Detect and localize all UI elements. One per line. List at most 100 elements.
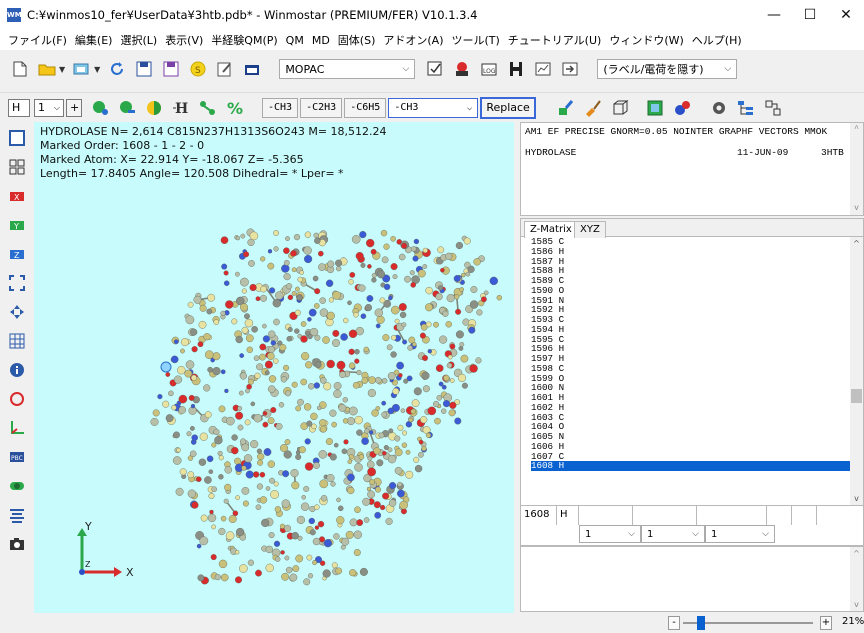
menu-item-6[interactable]: MD [308,34,334,47]
atom-sphere[interactable] [218,474,224,480]
atom-sphere[interactable] [354,462,363,472]
atom-row[interactable]: 1593 C [531,315,851,325]
menu-item-7[interactable]: 固体(S) [334,32,380,48]
atom-sphere[interactable] [348,362,356,369]
atom-sphere[interactable] [326,311,335,320]
atom-sphere[interactable] [263,448,272,456]
atom-sphere[interactable] [294,328,300,334]
atom-sphere[interactable] [338,403,347,412]
atom-sphere[interactable] [314,334,321,341]
atom-sphere[interactable] [445,321,452,328]
atom-sphere[interactable] [184,369,193,378]
atom-sphere[interactable] [374,376,382,384]
bond-icon[interactable] [198,98,218,118]
add-hydrogen-icon[interactable]: H [171,98,191,118]
atom-sphere[interactable] [251,325,258,333]
bond-length-field[interactable] [579,506,633,525]
atom-sphere[interactable] [190,403,196,409]
atom-sphere[interactable] [223,280,230,286]
atom-sphere[interactable] [335,567,343,575]
open-folder-icon[interactable] [37,59,57,79]
atom-sphere[interactable] [254,372,261,379]
atom-sphere[interactable] [200,514,208,522]
atom-sphere[interactable] [244,313,250,320]
group-ch3-button[interactable]: -CH3 [262,97,299,118]
brush-icon[interactable] [583,98,603,118]
element-input[interactable]: H [8,98,30,117]
atom-sphere[interactable] [440,267,445,273]
atom-sphere[interactable] [397,424,404,431]
atom-sphere[interactable] [317,250,324,257]
atom-sphere[interactable] [311,423,317,430]
atom-sphere[interactable] [283,273,291,281]
atom-sphere[interactable] [218,559,228,569]
atom-sphere[interactable] [180,338,189,347]
atom-sphere[interactable] [256,483,264,490]
atom-sphere[interactable] [217,450,223,456]
atom-sphere[interactable] [337,505,344,512]
atom-sphere[interactable] [238,390,244,396]
atom-sphere[interactable] [259,294,267,302]
atom-sphere[interactable] [467,265,475,273]
atom-element-field[interactable]: H [557,506,579,525]
atom-sphere[interactable] [291,290,297,296]
atom-sphere[interactable] [380,504,386,511]
atom-sphere[interactable] [255,569,262,577]
atom-sphere[interactable] [448,409,456,417]
atom-sphere[interactable] [283,524,291,532]
atom-sphere[interactable] [469,300,479,309]
atom-sphere[interactable] [373,447,381,455]
atom-sphere[interactable] [370,248,377,255]
atom-sphere[interactable] [211,442,217,448]
atom-sphere[interactable] [191,434,198,442]
atom-sphere[interactable] [307,333,313,340]
atom-sphere[interactable] [203,333,211,341]
atom-sphere[interactable] [187,489,197,498]
label-select[interactable]: (ラベル/電荷を隠す) ⌵ [597,59,738,79]
atom-sphere[interactable] [313,303,320,309]
atom-sphere[interactable] [300,378,308,386]
atom-sphere[interactable] [244,419,251,426]
atom-sphere[interactable] [269,287,276,294]
menu-item-3[interactable]: 表示(V) [161,32,207,48]
atom-sphere[interactable] [218,405,226,413]
atom-sphere[interactable] [273,540,281,547]
atom-sphere[interactable] [270,407,277,414]
atom-sphere[interactable] [278,402,285,408]
atom-sphere[interactable] [150,417,159,426]
menu-item-2[interactable]: 選択(L) [116,32,161,48]
atom-sphere[interactable] [401,322,407,328]
atom-row[interactable]: 1597 H [531,354,851,364]
atom-sphere[interactable] [369,479,375,485]
atom-row[interactable]: 1602 H [531,402,851,413]
atom-sphere[interactable] [213,428,220,436]
atom-sphere[interactable] [265,545,274,554]
circle-select-icon[interactable] [7,389,27,409]
atom-sphere[interactable] [317,405,322,411]
molecule-icon[interactable] [672,98,692,118]
atom-sphere[interactable] [309,529,316,536]
import-icon[interactable] [72,59,92,79]
atom-sphere[interactable] [308,308,317,317]
mopac-title[interactable]: HYDROLASE [525,147,576,158]
atom-row[interactable]: 1608 H [531,461,851,471]
atom-sphere[interactable] [267,460,276,468]
atom-sphere[interactable] [224,465,233,474]
atom-sphere[interactable] [285,566,293,574]
atom-sphere[interactable] [371,277,377,283]
atom-sphere[interactable] [326,359,335,369]
atom-sphere[interactable] [176,447,181,453]
atom-sphere[interactable] [234,457,242,465]
menu-item-11[interactable]: ウィンドウ(W) [605,32,687,48]
atom-sphere[interactable] [367,455,373,461]
atom-sphere[interactable] [379,297,386,304]
replace-button[interactable]: Replace [480,96,536,119]
atom-sphere[interactable] [318,450,328,459]
atom-list[interactable]: 1585 C 1586 H 1587 H 1588 H 1589 C 1590 O 1591… [521,237,851,523]
atom-sphere[interactable] [354,506,361,514]
atom-sphere[interactable] [207,293,216,302]
atom-sphere[interactable] [364,428,370,434]
atom-sphere[interactable] [383,243,390,250]
atom-sphere[interactable] [303,403,312,411]
atom-sphere[interactable] [394,448,403,457]
